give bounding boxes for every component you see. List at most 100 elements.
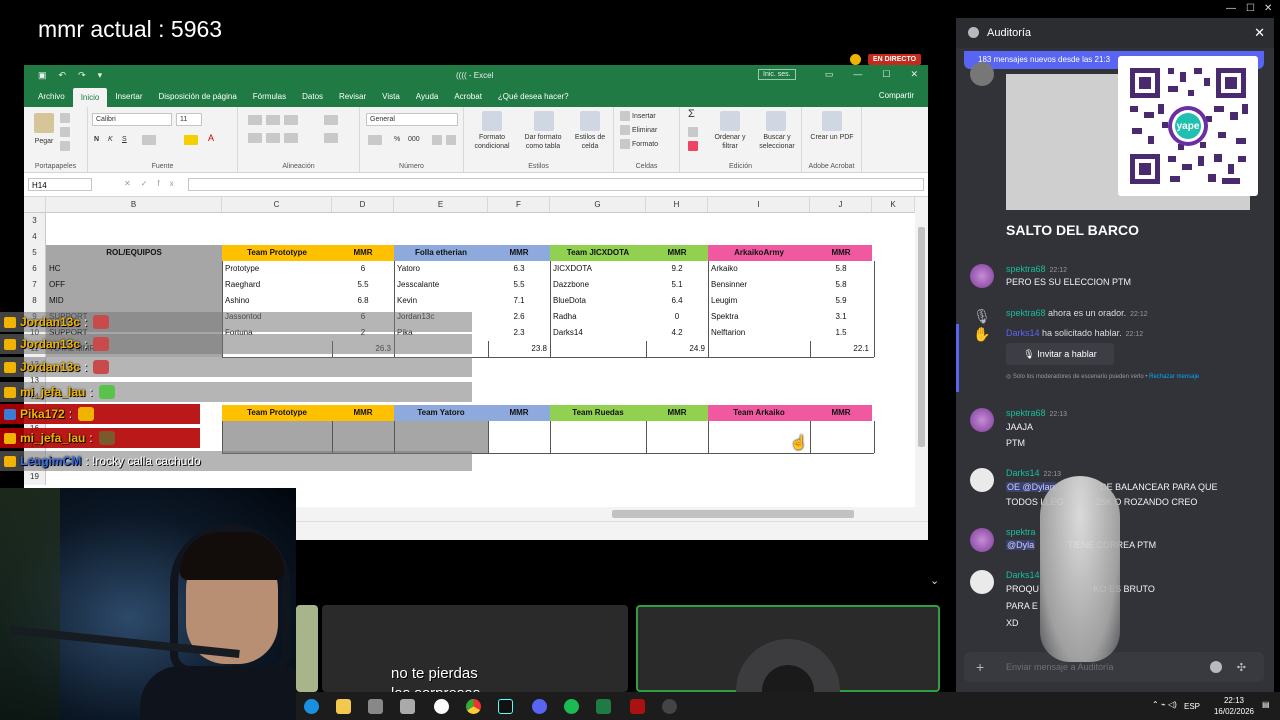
table-header-cell[interactable]: Team JICXDOTA xyxy=(550,245,646,261)
tiktok-icon[interactable] xyxy=(498,699,513,714)
tell-me-search[interactable]: ¿Qué desea hacer? xyxy=(490,92,577,107)
autosum-icon[interactable]: Σ xyxy=(688,109,695,120)
table-cell[interactable]: Yatoro xyxy=(394,261,488,277)
align-middle-icon[interactable] xyxy=(266,115,280,125)
chevron-down-icon[interactable]: ⌄ xyxy=(930,574,939,587)
table-cell[interactable]: 5.1 xyxy=(646,277,708,293)
clear-icon[interactable] xyxy=(688,141,698,151)
tab-archivo[interactable]: Archivo xyxy=(30,92,73,107)
chat-username[interactable]: Jordan13c xyxy=(20,360,80,374)
pdf-icon[interactable] xyxy=(822,111,842,131)
spotify-icon[interactable] xyxy=(564,699,579,714)
font-name-select[interactable]: Calibri xyxy=(92,113,172,126)
emoji-icon[interactable] xyxy=(1210,661,1222,673)
tray-icons[interactable]: ⌃ ⌁ ◁) xyxy=(1152,700,1177,709)
video-tile-speaking[interactable] xyxy=(636,605,940,720)
tab-datos[interactable]: Datos xyxy=(294,92,331,107)
video-tile[interactable] xyxy=(296,605,318,692)
table-cell[interactable]: MID xyxy=(46,293,222,309)
col-header-f[interactable]: F xyxy=(488,197,550,213)
table-header-cell[interactable]: Folla etherian xyxy=(394,245,488,261)
table-cell[interactable] xyxy=(394,421,488,437)
table-header-cell[interactable]: ROL/EQUIPOS xyxy=(46,245,222,261)
table-cell[interactable]: Arkaiko xyxy=(708,261,810,277)
table-cell[interactable]: 0 xyxy=(646,309,708,325)
col-header-d[interactable]: D xyxy=(332,197,394,213)
table-header-cell[interactable]: Team Arkaiko xyxy=(708,405,810,421)
app-icon[interactable] xyxy=(368,699,383,714)
message-author[interactable]: spektra68 22:12 xyxy=(1006,264,1067,274)
total-cell[interactable]: 22.1 xyxy=(810,341,872,357)
formula-input[interactable] xyxy=(188,178,924,191)
cell-styles-button[interactable]: Estilos de celda xyxy=(568,133,612,151)
format-table-icon[interactable] xyxy=(534,111,554,131)
sort-filter-icon[interactable] xyxy=(720,111,740,131)
discord-icon[interactable] xyxy=(532,699,547,714)
table-header-cell[interactable]: Team Prototype xyxy=(222,405,332,421)
chat-username[interactable]: Jordan13c xyxy=(20,337,80,351)
table-cell[interactable]: Prototype xyxy=(222,261,332,277)
signin-button[interactable]: Inic. ses. xyxy=(758,69,796,80)
align-top-icon[interactable] xyxy=(248,115,262,125)
format-table-button[interactable]: Dar formato como tabla xyxy=(518,133,568,151)
table-header-cell[interactable]: MMR xyxy=(810,245,872,261)
table-cell[interactable]: Bensinner xyxy=(708,277,810,293)
delete-button[interactable]: Eliminar xyxy=(632,126,657,135)
name-box[interactable]: H14 xyxy=(28,178,92,191)
tab-acrobat[interactable]: Acrobat xyxy=(446,92,490,107)
col-header-b[interactable]: B xyxy=(46,197,222,213)
share-button[interactable]: Compartir xyxy=(879,91,914,100)
reject-link[interactable]: Rechazar mensaje xyxy=(1149,374,1199,380)
table-cell[interactable]: Jesscalante xyxy=(394,277,488,293)
table-cell[interactable]: Darks14 xyxy=(550,325,646,341)
table-header-cell[interactable]: Team Yatoro xyxy=(394,405,488,421)
minimize-icon[interactable]: — xyxy=(853,69,862,80)
message-input[interactable]: + Enviar mensaje a Auditoría ✣ xyxy=(964,652,1264,682)
table-cell[interactable]: 1.5 xyxy=(810,325,872,341)
scroll-thumb[interactable] xyxy=(612,510,854,518)
table-cell[interactable]: BlueDota xyxy=(550,293,646,309)
table-header-cell[interactable]: MMR xyxy=(810,405,872,421)
clock-time[interactable]: 22:13 xyxy=(1212,696,1256,705)
message-author[interactable]: spektra xyxy=(1006,527,1036,537)
wrap-text-icon[interactable] xyxy=(324,115,338,125)
table-cell[interactable]: Leugim xyxy=(708,293,810,309)
copy-icon[interactable] xyxy=(60,127,70,137)
table-cell[interactable]: Radha xyxy=(550,309,646,325)
excel-icon[interactable] xyxy=(596,699,611,714)
app-icon[interactable] xyxy=(662,699,677,714)
row-header[interactable]: 5 xyxy=(24,245,46,261)
avatar[interactable] xyxy=(970,570,994,594)
table-cell[interactable]: OFF xyxy=(46,277,222,293)
align-center-icon[interactable] xyxy=(266,133,280,143)
merge-icon[interactable] xyxy=(324,133,338,143)
table-cell[interactable]: 2.6 xyxy=(488,309,550,325)
find-select-button[interactable]: Buscar y seleccionar xyxy=(754,133,800,151)
table-cell[interactable]: 5.9 xyxy=(810,293,872,309)
table-cell[interactable]: 5.8 xyxy=(810,261,872,277)
tab-ayuda[interactable]: Ayuda xyxy=(408,92,447,107)
invite-to-speak-button[interactable]: 🎙 Invitar a hablar xyxy=(1006,343,1114,365)
cell-styles-icon[interactable] xyxy=(580,111,600,131)
minimize-icon[interactable]: — xyxy=(1226,3,1236,14)
table-cell[interactable]: 5.5 xyxy=(488,277,550,293)
notification-icon[interactable]: ▤ xyxy=(1262,700,1270,709)
app-icon[interactable] xyxy=(400,699,415,714)
row-header[interactable]: 3 xyxy=(24,213,46,229)
obs-icon[interactable] xyxy=(434,699,449,714)
col-header-g[interactable]: G xyxy=(550,197,646,213)
apps-icon[interactable]: ✣ xyxy=(1237,661,1246,674)
align-left-icon[interactable] xyxy=(248,133,262,143)
align-right-icon[interactable] xyxy=(284,133,298,143)
table-header-cell[interactable]: MMR xyxy=(488,405,550,421)
folder-icon[interactable] xyxy=(336,699,351,714)
insert-icon[interactable] xyxy=(620,111,630,121)
ribbon-display-icon[interactable]: ▭ xyxy=(825,69,834,80)
chat-username[interactable]: Pika172 xyxy=(20,407,65,421)
language-indicator[interactable]: ESP xyxy=(1184,702,1200,711)
create-pdf-button[interactable]: Crear un PDF xyxy=(808,133,856,142)
maximize-icon[interactable]: ☐ xyxy=(1246,3,1255,14)
close-icon[interactable]: ✕ xyxy=(910,69,918,80)
tab-revisar[interactable]: Revisar xyxy=(331,92,374,107)
close-icon[interactable]: ✕ xyxy=(1254,25,1265,41)
